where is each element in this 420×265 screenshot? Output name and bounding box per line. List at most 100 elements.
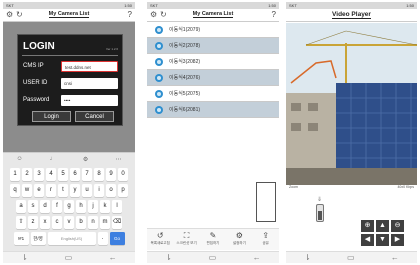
keyboard-key[interactable]: ⌫ bbox=[112, 216, 122, 229]
camera-list-item[interactable]: 이동식6(2081) bbox=[147, 102, 279, 118]
home-icon[interactable]: ▭ bbox=[65, 253, 73, 263]
keyboard-key[interactable]: o bbox=[106, 184, 116, 197]
toolbar-button[interactable]: ⇪ 공유 bbox=[255, 229, 277, 250]
carrier-label: SKT bbox=[6, 3, 14, 8]
camera-label: 이동식5(2075) bbox=[169, 91, 201, 97]
keyboard-key[interactable]: c bbox=[52, 216, 62, 229]
keyboard-key[interactable]: h bbox=[76, 200, 86, 213]
back-icon[interactable]: ← bbox=[253, 253, 261, 263]
keyboard-key[interactable]: l bbox=[112, 200, 122, 213]
version-label: Ver 1.2.6 bbox=[105, 47, 118, 51]
emoji-icon[interactable]: ☺ bbox=[17, 156, 23, 162]
home-icon[interactable]: ▭ bbox=[209, 253, 217, 263]
cancel-button[interactable]: Cancel bbox=[75, 111, 114, 122]
camera-list-item[interactable]: 이동식4(2076) bbox=[147, 70, 279, 86]
ptz-controls: ⇓ ⊕ ▲ ⊖ ◀ ▼ ▶ bbox=[286, 192, 417, 250]
recents-icon[interactable]: ⇂ bbox=[304, 253, 311, 263]
zoom-in-button[interactable]: ⊕ bbox=[361, 220, 374, 232]
more-icon[interactable]: ⋯ bbox=[115, 156, 121, 163]
keyboard-key[interactable]: 6 bbox=[70, 168, 80, 181]
keyboard-key[interactable]: 9 bbox=[106, 168, 116, 181]
keyboard-key[interactable]: 3 bbox=[34, 168, 44, 181]
keyboard-key[interactable]: 2 bbox=[22, 168, 32, 181]
password-input[interactable]: •••• bbox=[61, 94, 118, 106]
keyboard-key[interactable]: 0 bbox=[118, 168, 128, 181]
keyboard-key[interactable]: x bbox=[40, 216, 50, 229]
user-id-input[interactable]: cnsi bbox=[61, 77, 118, 89]
settings-icon[interactable]: ⚙ bbox=[83, 156, 88, 163]
home-icon[interactable]: ▭ bbox=[347, 253, 355, 263]
recents-icon[interactable]: ⇂ bbox=[21, 253, 28, 263]
fullscreen-icon: ⛶ bbox=[183, 231, 190, 240]
record-icon[interactable] bbox=[316, 204, 324, 222]
login-title: LOGIN bbox=[23, 41, 55, 52]
video-feed[interactable] bbox=[286, 23, 417, 185]
keyboard-key[interactable]: r bbox=[46, 184, 56, 197]
keyboard-key[interactable]: e bbox=[34, 184, 44, 197]
keyboard-key[interactable]: b bbox=[76, 216, 86, 229]
toolbar-button[interactable]: ↺ 목록새로고침 bbox=[149, 229, 171, 250]
keyboard-key[interactable]: 5 bbox=[58, 168, 68, 181]
keyboard-key[interactable]: u bbox=[82, 184, 92, 197]
up-arrow-button[interactable]: ▲ bbox=[376, 220, 389, 232]
keyboard-key[interactable]: y bbox=[70, 184, 80, 197]
back-icon[interactable]: ← bbox=[109, 253, 117, 263]
keyboard-key[interactable]: s bbox=[28, 200, 38, 213]
keyboard-key[interactable]: 1 bbox=[10, 168, 20, 181]
toolbar-button[interactable]: ✎ 편집하기 bbox=[202, 229, 224, 250]
keyboard-key[interactable]: n bbox=[88, 216, 98, 229]
page-title: Video Player bbox=[332, 11, 371, 19]
mic-icon[interactable]: ♩ bbox=[50, 156, 56, 162]
keyboard-key[interactable]: 4 bbox=[46, 168, 56, 181]
toolbar-button[interactable]: ⚙ 설정하기 bbox=[228, 229, 250, 250]
camera-icon bbox=[155, 73, 163, 82]
preview-thumbnail[interactable] bbox=[256, 182, 276, 222]
keyboard-key[interactable]: ⇧ bbox=[16, 216, 26, 229]
language-key[interactable]: 한/영 bbox=[30, 232, 46, 245]
login-button[interactable]: Login bbox=[32, 111, 71, 122]
keyboard-key[interactable]: a bbox=[16, 200, 26, 213]
keyboard-key[interactable]: 8 bbox=[94, 168, 104, 181]
symbols-key[interactable]: !#1 bbox=[13, 232, 29, 245]
camera-list-item[interactable]: 이동식5(2075) bbox=[147, 86, 279, 102]
camera-list-item[interactable]: 이동식1(2079) bbox=[147, 22, 279, 38]
period-key[interactable]: . bbox=[97, 232, 108, 245]
keyboard-key[interactable]: k bbox=[100, 200, 110, 213]
cms-ip-input[interactable]: test.ddns.net bbox=[61, 60, 118, 72]
user-id-label: USER ID bbox=[23, 80, 48, 86]
keyboard-row: 1234567890 bbox=[3, 168, 135, 181]
help-icon[interactable]: ? bbox=[128, 10, 132, 19]
ptz-pad: ⊕ ▲ ⊖ ◀ ▼ ▶ bbox=[361, 220, 404, 246]
keyboard-key[interactable]: j bbox=[88, 200, 98, 213]
keyboard-key[interactable]: t bbox=[58, 184, 68, 197]
keyboard-key[interactable]: 7 bbox=[82, 168, 92, 181]
back-icon[interactable]: ← bbox=[391, 253, 399, 263]
bottom-toolbar: ↺ 목록새로고침 ⛶ 스크린샷 보기 ✎ 편집하기 ⚙ 설정하기 ⇪ 공유 bbox=[147, 228, 279, 250]
right-arrow-button[interactable]: ▶ bbox=[391, 234, 404, 246]
keyboard-key[interactable]: g bbox=[64, 200, 74, 213]
soft-keyboard: ☺ ♩ ⚙ ⋯ 1 2 3 4 5 6 7 8 9 0 q w e r t y u i o p a s d f g h j k l ⇧ z x… bbox=[3, 152, 135, 251]
keyboard-key[interactable]: z bbox=[28, 216, 38, 229]
keyboard-key[interactable]: w bbox=[22, 184, 32, 197]
camera-list-item[interactable]: 이동식3(2082) bbox=[147, 54, 279, 70]
camera-label: 이동식3(2082) bbox=[169, 59, 201, 65]
recents-icon[interactable]: ⇂ bbox=[165, 253, 172, 263]
space-key[interactable]: English(US) bbox=[47, 232, 96, 245]
left-arrow-button[interactable]: ◀ bbox=[361, 234, 374, 246]
toolbar-label: 설정하기 bbox=[232, 241, 246, 245]
help-icon[interactable]: ? bbox=[272, 10, 276, 19]
zoom-out-button[interactable]: ⊖ bbox=[391, 220, 404, 232]
edit-icon: ✎ bbox=[209, 231, 217, 240]
zoom-status: Zoom bbox=[289, 185, 298, 189]
camera-list-item[interactable]: 이동식2(2078) bbox=[147, 38, 279, 54]
go-key[interactable]: Go bbox=[109, 232, 125, 245]
keyboard-key[interactable]: q bbox=[10, 184, 20, 197]
down-arrow-button[interactable]: ▼ bbox=[376, 234, 389, 246]
keyboard-key[interactable]: f bbox=[52, 200, 62, 213]
toolbar-button[interactable]: ⛶ 스크린샷 보기 bbox=[176, 229, 198, 250]
keyboard-key[interactable]: d bbox=[40, 200, 50, 213]
keyboard-key[interactable]: i bbox=[94, 184, 104, 197]
keyboard-key[interactable]: m bbox=[100, 216, 110, 229]
keyboard-key[interactable]: v bbox=[64, 216, 74, 229]
keyboard-key[interactable]: p bbox=[118, 184, 128, 197]
